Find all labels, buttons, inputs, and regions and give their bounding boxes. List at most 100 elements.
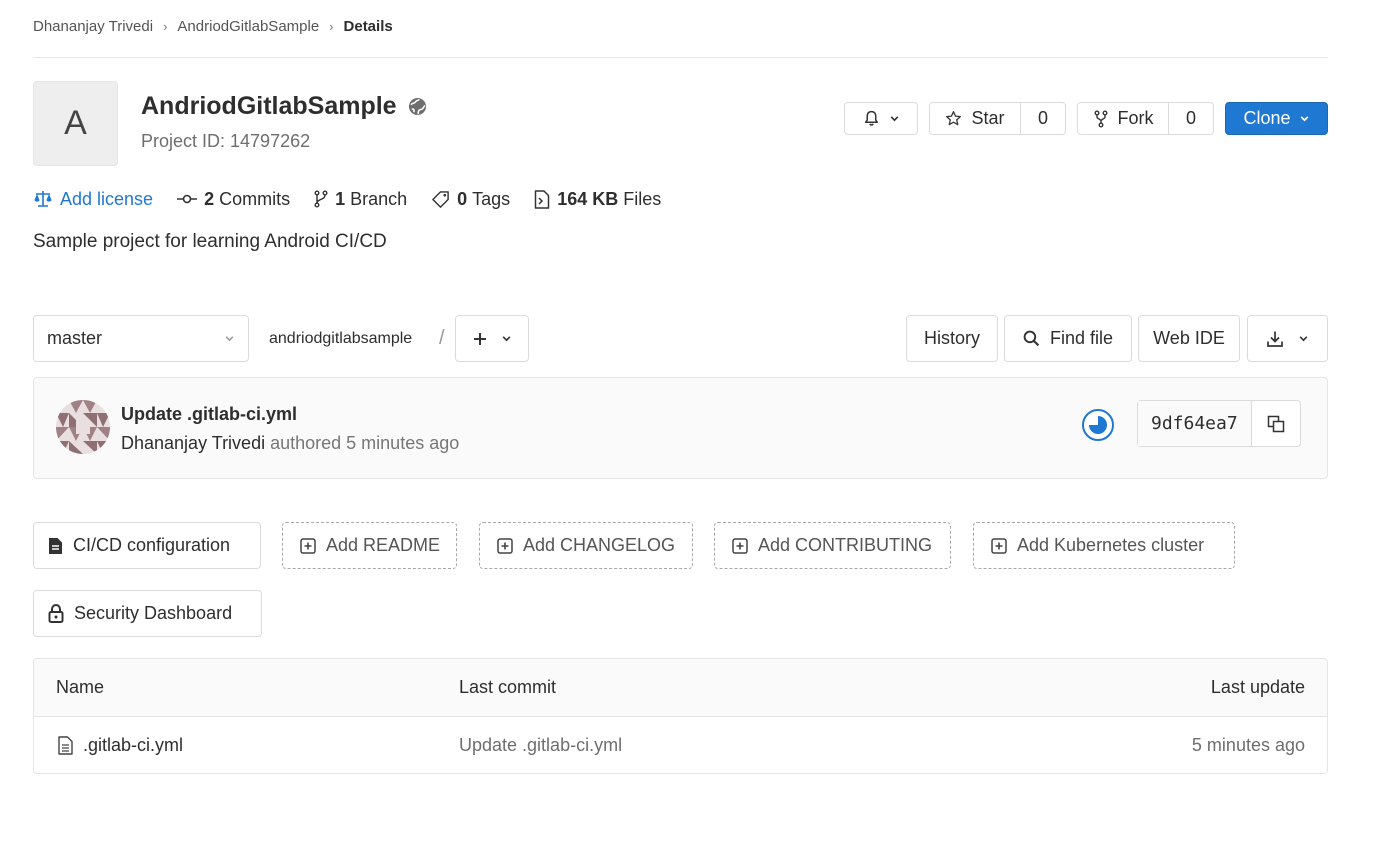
add-license-link[interactable]: Add license xyxy=(33,189,153,210)
project-name: AndriodGitlabSample xyxy=(141,92,397,120)
tags-stat[interactable]: 0 Tags xyxy=(431,189,510,210)
tags-count: 0 xyxy=(457,188,468,209)
project-avatar: A xyxy=(33,81,118,166)
star-count[interactable]: 0 xyxy=(1021,103,1065,134)
commits-stat[interactable]: 2 Commits xyxy=(177,189,290,210)
add-kubernetes-cluster-button[interactable]: Add Kubernetes cluster xyxy=(973,522,1235,569)
branch-dropdown[interactable]: master xyxy=(33,315,249,362)
history-button[interactable]: History xyxy=(906,315,998,362)
find-file-label: Find file xyxy=(1049,328,1114,348)
branch-dropdown-value: master xyxy=(47,328,103,348)
repo-path-link[interactable]: andriodgitlabsample xyxy=(269,330,412,348)
add-file-dropdown[interactable] xyxy=(455,315,529,362)
divider xyxy=(33,57,1328,58)
table-header: Name Last commit Last update xyxy=(34,659,1327,717)
commit-time: authored 5 minutes ago xyxy=(270,433,460,453)
tags-label: Tags xyxy=(472,188,511,209)
add-readme-label: Add README xyxy=(326,535,441,555)
find-file-button[interactable]: Find file xyxy=(1004,315,1132,362)
chevron-right-icon: › xyxy=(329,18,334,34)
commit-sha[interactable]: 9df64ea7 xyxy=(1138,401,1252,446)
breadcrumb: Dhananjay Trivedi › AndriodGitlabSample … xyxy=(33,16,393,36)
project-stats: Add license 2 Commits 1 Branch 0 Tags 16… xyxy=(33,187,685,211)
project-description: Sample project for learning Android CI/C… xyxy=(33,231,387,252)
branch-count: 1 xyxy=(335,188,346,209)
globe-icon xyxy=(408,97,427,116)
plus-icon xyxy=(473,332,486,345)
plus-square-icon xyxy=(300,537,316,554)
download-icon xyxy=(1267,331,1283,347)
add-kubernetes-cluster-label: Add Kubernetes cluster xyxy=(1017,535,1205,555)
tag-icon xyxy=(432,190,449,208)
pipeline-status-icon[interactable] xyxy=(1081,408,1115,447)
file-icon xyxy=(49,537,62,554)
plus-square-icon xyxy=(991,537,1007,554)
fork-label: Fork xyxy=(1117,108,1154,128)
commits-label: Commits xyxy=(219,188,291,209)
file-code-icon xyxy=(534,189,550,209)
star-button-group: Star 0 xyxy=(929,102,1066,135)
fork-button-group: Fork 0 xyxy=(1077,102,1214,135)
search-icon xyxy=(1023,330,1040,347)
add-contributing-button[interactable]: Add CONTRIBUTING xyxy=(714,522,951,569)
chevron-down-icon xyxy=(502,336,510,342)
commits-count: 2 xyxy=(204,188,215,209)
chevron-right-icon: › xyxy=(163,18,168,34)
notification-button[interactable] xyxy=(844,102,918,135)
bell-icon xyxy=(864,110,878,126)
breadcrumb-project[interactable]: AndriodGitlabSample xyxy=(177,18,319,35)
star-label: Star xyxy=(971,108,1005,128)
web-ide-button[interactable]: Web IDE xyxy=(1138,315,1240,362)
path-separator: / xyxy=(439,327,445,349)
files-stat[interactable]: 164 KB Files xyxy=(534,189,661,210)
lock-icon xyxy=(48,604,64,623)
file-name-link[interactable]: .gitlab-ci.yml xyxy=(83,735,183,756)
column-header-name: Name xyxy=(56,677,105,697)
scale-icon xyxy=(34,191,52,207)
table-row[interactable]: .gitlab-ci.yml Update .gitlab-ci.yml 5 m… xyxy=(34,717,1327,773)
commit-icon xyxy=(177,194,198,204)
star-button[interactable]: Star xyxy=(930,103,1020,134)
star-icon xyxy=(946,111,962,126)
download-dropdown[interactable] xyxy=(1247,315,1328,362)
project-title-row: AndriodGitlabSample xyxy=(141,92,427,121)
cicd-configuration-label: CI/CD configuration xyxy=(73,535,231,555)
add-changelog-label: Add CHANGELOG xyxy=(523,535,676,555)
plus-square-icon xyxy=(497,537,513,554)
history-label: History xyxy=(923,328,980,348)
clone-button[interactable]: Clone xyxy=(1225,102,1328,135)
copy-sha-button[interactable] xyxy=(1252,401,1300,446)
security-dashboard-label: Security Dashboard xyxy=(74,603,233,623)
file-last-commit-link[interactable]: Update .gitlab-ci.yml xyxy=(459,717,622,773)
file-name-cell[interactable]: .gitlab-ci.yml xyxy=(58,717,183,773)
files-size: 164 KB xyxy=(557,188,619,209)
last-commit-panel: Update .gitlab-ci.yml Dhananjay Trivedi … xyxy=(33,377,1328,479)
plus-square-icon xyxy=(732,537,748,554)
add-contributing-label: Add CONTRIBUTING xyxy=(758,535,933,555)
author-avatar[interactable] xyxy=(56,400,110,454)
breadcrumb-current[interactable]: Details xyxy=(344,18,393,35)
project-id: Project ID: 14797262 xyxy=(141,131,311,151)
commit-title-link[interactable]: Update .gitlab-ci.yml xyxy=(121,404,297,425)
add-readme-button[interactable]: Add README xyxy=(282,522,457,569)
commit-author-link[interactable]: Dhananjay Trivedi xyxy=(121,433,265,453)
web-ide-label: Web IDE xyxy=(1153,328,1225,348)
column-header-last-update: Last update xyxy=(1210,677,1305,697)
chevron-down-icon xyxy=(1300,116,1308,122)
clone-label: Clone xyxy=(1243,108,1291,128)
column-header-last-commit: Last commit xyxy=(459,677,557,697)
fork-count[interactable]: 0 xyxy=(1169,103,1213,134)
files-label: Files xyxy=(623,188,662,209)
breadcrumb-user[interactable]: Dhananjay Trivedi xyxy=(33,18,153,35)
copy-icon xyxy=(1267,415,1284,432)
file-icon xyxy=(58,736,73,755)
fork-icon xyxy=(1094,110,1107,127)
branch-icon xyxy=(314,190,328,208)
branch-stat[interactable]: 1 Branch xyxy=(314,189,407,210)
add-license-label: Add license xyxy=(60,188,154,209)
branch-label: Branch xyxy=(350,188,408,209)
add-changelog-button[interactable]: Add CHANGELOG xyxy=(479,522,693,569)
security-dashboard-button[interactable]: Security Dashboard xyxy=(33,590,262,637)
fork-button[interactable]: Fork xyxy=(1078,103,1168,134)
cicd-configuration-button[interactable]: CI/CD configuration xyxy=(33,522,261,569)
